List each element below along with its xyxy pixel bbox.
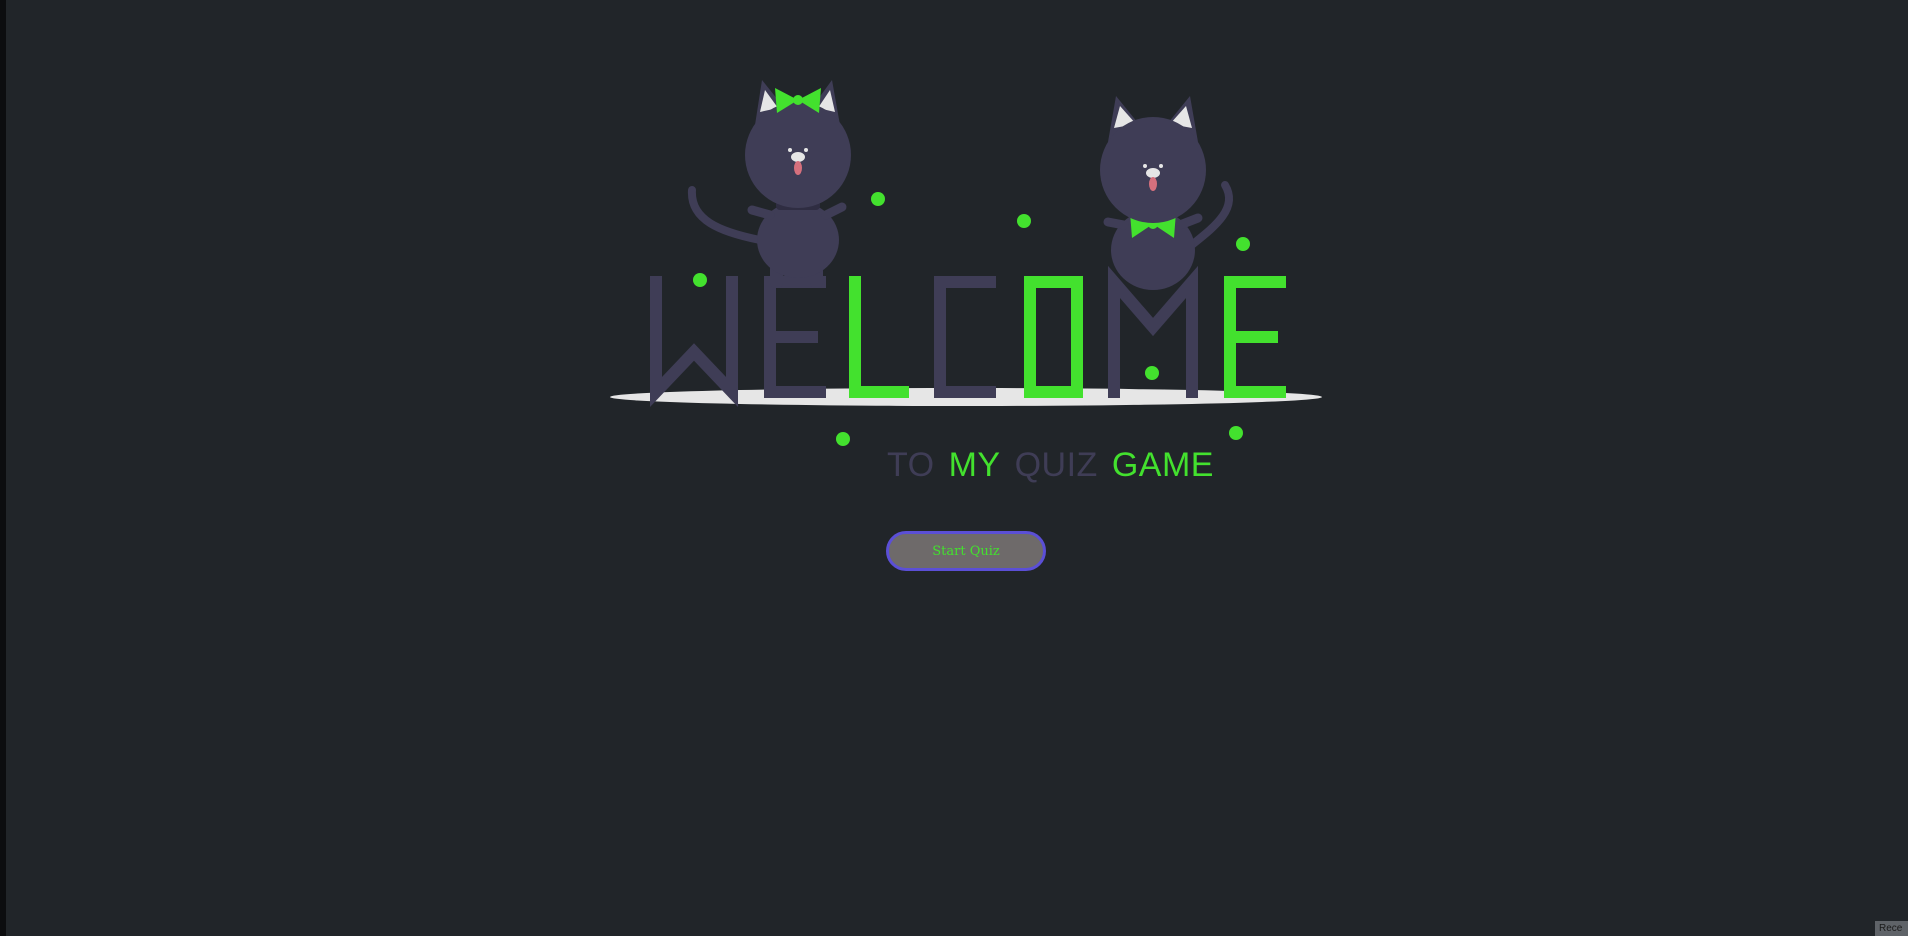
letter-l — [849, 276, 909, 398]
welcome-headline — [650, 265, 1286, 408]
subtitle-word-to: TO — [887, 446, 935, 484]
subtitle-word-game: GAME — [1111, 446, 1214, 484]
subtitle-word-quiz: QUIZ — [1014, 446, 1098, 484]
letter-c — [934, 276, 996, 398]
subtitle: TO MY QUIZ GAME — [887, 445, 1228, 485]
letter-o — [1024, 276, 1083, 398]
letter-e-1 — [764, 276, 826, 398]
start-quiz-button[interactable]: Start Quiz — [886, 531, 1046, 571]
letter-e-2 — [1224, 276, 1286, 398]
left-cat-icon — [687, 80, 851, 288]
letter-w — [650, 276, 738, 408]
right-cat-icon — [1100, 96, 1233, 290]
subtitle-word-my: MY — [948, 446, 1001, 484]
recent-tab[interactable]: Rece — [1875, 921, 1908, 936]
